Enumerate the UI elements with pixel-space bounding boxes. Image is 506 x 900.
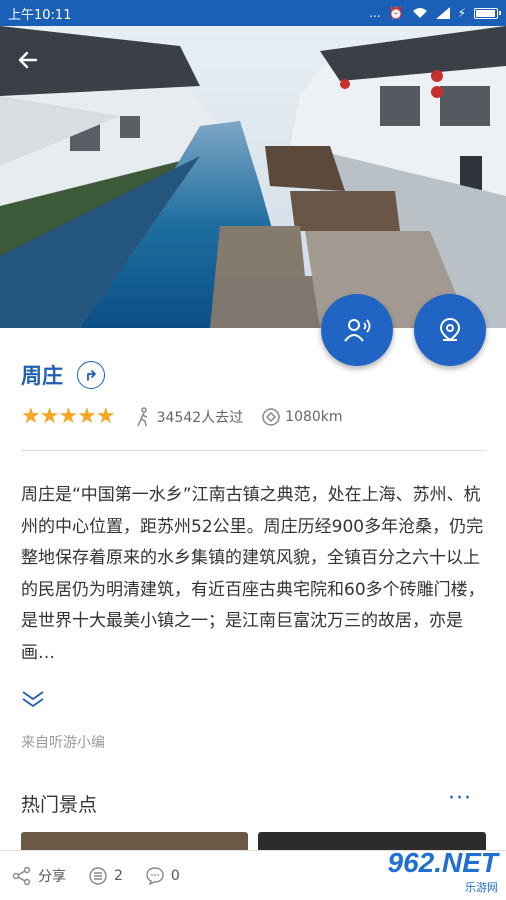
more-button[interactable]: ··· [448, 786, 472, 811]
back-button[interactable] [16, 48, 52, 80]
visitors-text: 34542人去过 [156, 409, 244, 426]
more-dots-icon: ... [369, 6, 381, 20]
comments-button[interactable]: 2 [88, 866, 123, 886]
share-icon [12, 866, 31, 885]
location-icon [262, 407, 280, 426]
meta-row: ★★★★★ 34542人去过 1080km [21, 404, 343, 429]
share-button[interactable]: 分享 [12, 866, 66, 886]
visitors-count: 34542人去过 [133, 406, 244, 427]
rating-stars: ★★★★★ [21, 404, 116, 429]
turn-arrow-icon [87, 370, 96, 381]
watermark-logo: 962.NET 乐游网 [368, 847, 499, 894]
page-title: 周庄 [21, 364, 63, 388]
status-time: 上午10:11 [8, 7, 72, 23]
share-label: 分享 [38, 868, 66, 885]
section-title-hot-spots: 热门景点 [21, 794, 98, 816]
alarm-icon: ⏰ [388, 6, 404, 20]
signal-icon [435, 7, 450, 19]
watermark-sub: 乐游网 [465, 881, 498, 894]
watermark-text: 962.NET [387, 847, 499, 878]
chevron-down-icon [22, 691, 44, 708]
listener-icon [344, 319, 371, 342]
audio-guide-button[interactable] [321, 294, 393, 366]
hero-image [0, 26, 506, 328]
map-location-button[interactable] [414, 294, 486, 366]
distance: 1080km [261, 407, 343, 427]
battery-icon [474, 7, 501, 19]
wifi-icon [412, 8, 427, 18]
chat-bubble-icon [146, 866, 164, 885]
status-bar: 上午10:11 ... ⏰ ⚡ [0, 0, 506, 26]
distance-text: 1080km [285, 408, 343, 425]
description-text: 周庄是“中国第一水乡”江南古镇之典范，处在上海、苏州、杭州的中心位置，距苏州52… [21, 485, 485, 663]
charge-icon: ⚡ [457, 6, 466, 20]
back-arrow-icon [18, 51, 38, 69]
map-pin-icon [439, 317, 461, 342]
walking-icon [136, 406, 147, 426]
hot-spot-thumbnail[interactable] [21, 832, 248, 850]
comments-count: 2 [114, 867, 123, 884]
title-row: 周庄 [21, 360, 105, 390]
messages-count: 0 [170, 867, 180, 884]
source-label: 来自听游小编 [21, 735, 105, 751]
messages-button[interactable]: 0 [145, 866, 180, 886]
canal-photo [0, 26, 506, 328]
list-icon [89, 866, 107, 885]
status-icons: ... ⏰ ⚡ [369, 6, 501, 20]
navigate-button[interactable] [77, 361, 105, 389]
expand-button[interactable] [21, 690, 45, 712]
divider [21, 450, 486, 451]
